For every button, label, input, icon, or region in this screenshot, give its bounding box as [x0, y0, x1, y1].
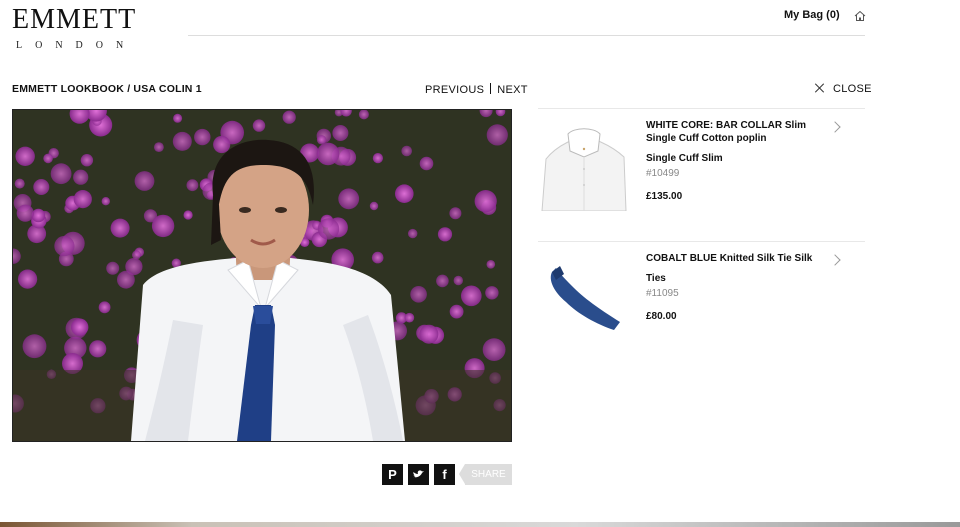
flower: [31, 208, 46, 223]
previous-link[interactable]: PREVIOUS: [425, 84, 484, 96]
breadcrumb: EMMETT LOOKBOOK / USA COLIN 1: [12, 83, 202, 95]
flower: [33, 179, 50, 195]
share-button[interactable]: SHARE: [459, 464, 512, 485]
flower: [338, 188, 360, 210]
flower: [22, 334, 47, 359]
product-category: Ties: [646, 273, 666, 284]
flower: [408, 228, 418, 239]
flower: [106, 261, 120, 275]
pinterest-icon[interactable]: P: [382, 464, 403, 485]
flower: [117, 270, 135, 289]
flower: [134, 171, 155, 191]
tie-thumbnail[interactable]: [538, 252, 630, 344]
pager-divider: [490, 83, 492, 94]
facebook-icon[interactable]: f: [434, 464, 455, 485]
chevron-right-icon[interactable]: [829, 254, 841, 266]
flower: [213, 135, 231, 154]
product-sku: #11095: [646, 288, 679, 299]
flower: [401, 145, 413, 157]
flower: [194, 128, 211, 146]
twitter-bird-icon: [413, 470, 424, 478]
lookbook-photo: [12, 109, 512, 442]
flower: [486, 260, 496, 269]
flower: [151, 214, 175, 238]
brand-logo[interactable]: EMMETT: [12, 4, 136, 36]
lookbook-pager: PREVIOUS NEXT: [425, 83, 528, 96]
twitter-icon[interactable]: [408, 464, 429, 485]
flower: [410, 286, 427, 303]
flower: [186, 179, 199, 192]
flower: [154, 142, 164, 152]
flower: [73, 169, 89, 185]
flower: [89, 340, 107, 358]
product-category: Single Cuff Slim: [646, 153, 723, 164]
flower: [282, 110, 296, 124]
flower: [43, 153, 53, 164]
product-info: WHITE CORE: BAR COLLAR Slim Single Cuff …: [646, 119, 826, 202]
flower: [80, 154, 94, 167]
product-price: £135.00: [646, 191, 683, 202]
flower: [461, 285, 482, 307]
product-name[interactable]: WHITE CORE: BAR COLLAR Slim Single Cuff …: [646, 119, 826, 145]
close-button[interactable]: CLOSE: [815, 83, 872, 95]
flower: [252, 119, 266, 132]
flower: [404, 312, 415, 323]
flower: [172, 131, 192, 151]
product-name[interactable]: COBALT BLUE Knitted Silk Tie Silk: [646, 252, 826, 265]
flower: [132, 250, 141, 260]
flower: [395, 184, 414, 203]
flower: [50, 163, 72, 185]
product-sku: #10499: [646, 168, 680, 179]
header-divider: [188, 35, 865, 36]
product-item-tie[interactable]: COBALT BLUE Knitted Silk Tie Silk Ties #…: [538, 242, 865, 362]
flower: [332, 125, 349, 141]
flower: [110, 218, 130, 238]
flower: [482, 338, 506, 361]
bottom-edge-strip: [0, 522, 960, 527]
close-label: CLOSE: [833, 83, 872, 95]
flower: [436, 274, 449, 288]
flower: [369, 201, 379, 211]
chevron-right-icon[interactable]: [829, 121, 841, 133]
home-icon[interactable]: [853, 9, 867, 23]
flower: [474, 190, 497, 213]
close-icon: [815, 83, 825, 93]
flower: [18, 269, 38, 289]
product-price: £80.00: [646, 311, 677, 322]
flower: [449, 304, 464, 319]
flower: [371, 251, 384, 264]
flower: [486, 124, 508, 146]
product-item-shirt[interactable]: WHITE CORE: BAR COLLAR Slim Single Cuff …: [538, 109, 865, 229]
flower: [14, 178, 25, 189]
my-bag-link[interactable]: My Bag (0): [784, 9, 840, 21]
flower: [15, 146, 35, 166]
shirt-thumbnail[interactable]: [538, 119, 630, 211]
flower: [316, 142, 340, 166]
flower: [183, 210, 193, 220]
model-photo-illustration: [13, 110, 511, 441]
flower: [453, 275, 463, 286]
brand-subtitle: LONDON: [16, 40, 137, 51]
flower: [71, 318, 89, 336]
flower: [485, 286, 499, 300]
product-info: COBALT BLUE Knitted Silk Tie Silk Ties #…: [646, 252, 826, 322]
next-link[interactable]: NEXT: [497, 84, 528, 96]
flower: [101, 197, 111, 206]
flower: [73, 190, 92, 209]
flower: [449, 207, 462, 220]
flower: [16, 204, 34, 222]
flower: [419, 156, 434, 171]
flower: [419, 324, 439, 344]
flower: [173, 113, 183, 123]
flower: [437, 227, 453, 242]
flower: [98, 301, 111, 314]
flower: [372, 153, 383, 164]
flower: [54, 235, 75, 257]
flower: [317, 218, 340, 240]
